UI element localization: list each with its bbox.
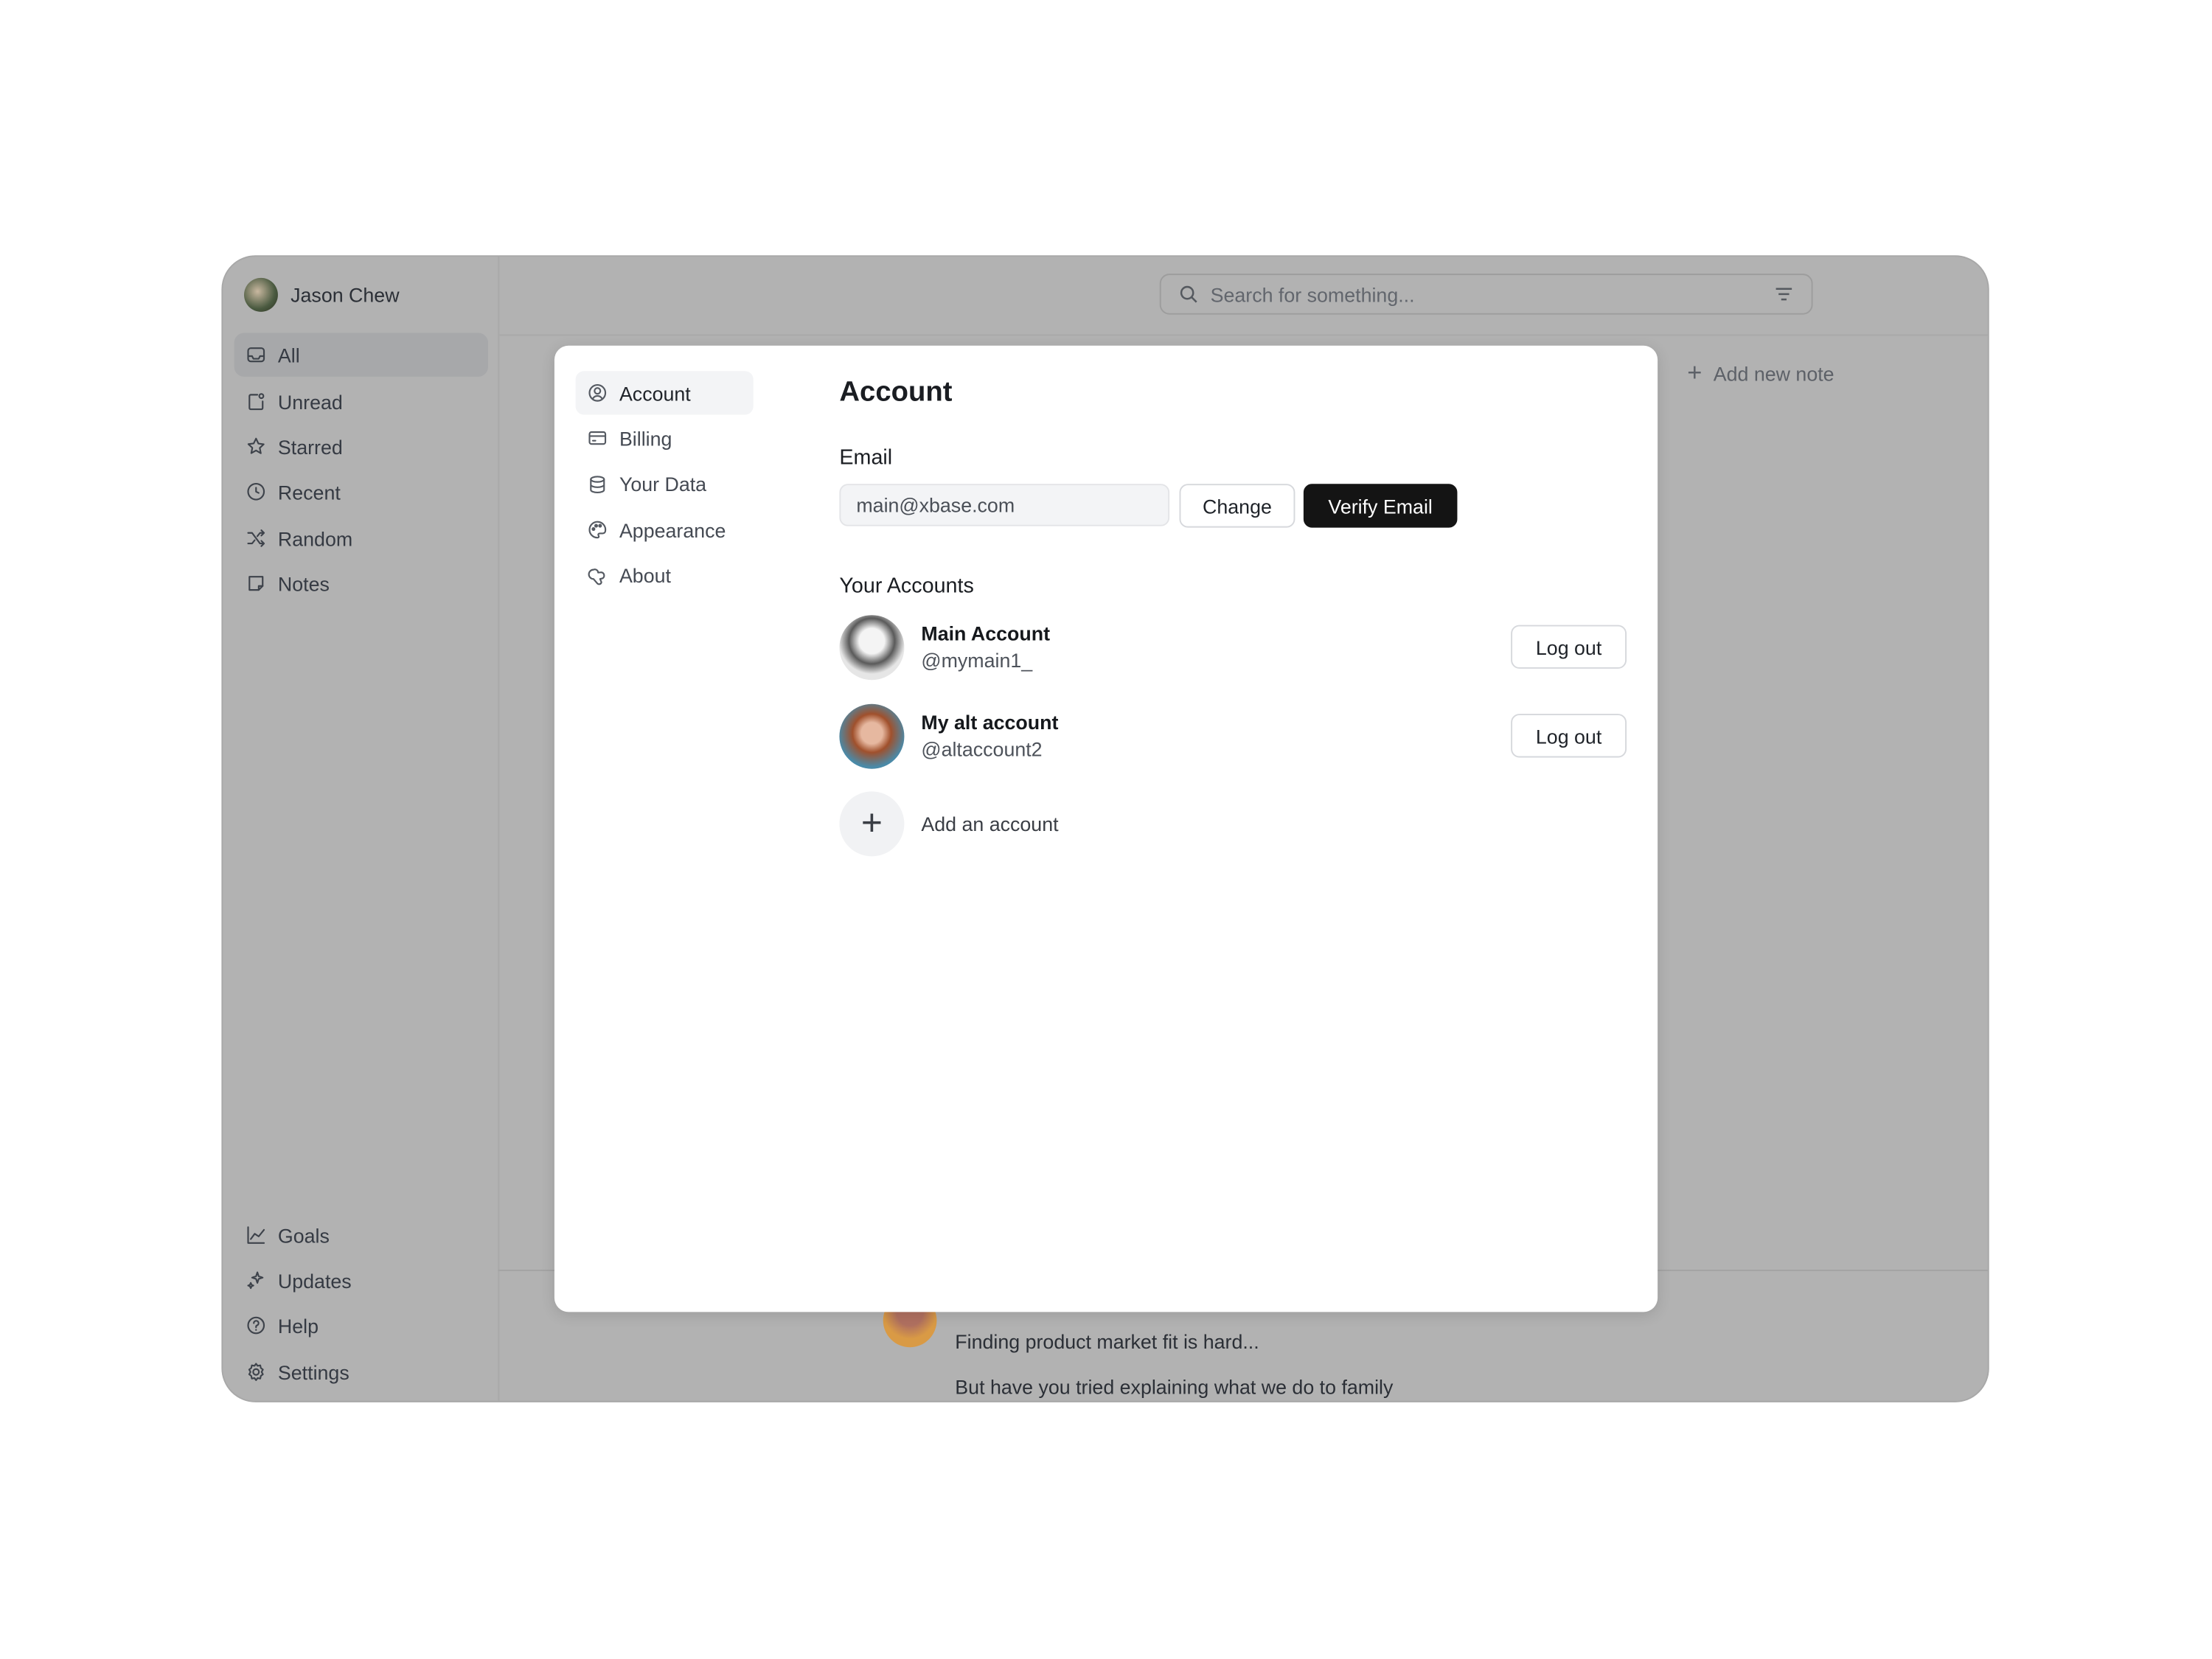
sidebar-item-label: Updates — [277, 1269, 352, 1292]
sidebar-item-settings[interactable]: Settings — [234, 1350, 488, 1394]
settings-nav-appearance[interactable]: Appearance — [576, 508, 754, 552]
settings-nav-label: Account — [619, 381, 691, 405]
account-name: Main Account — [921, 622, 1051, 645]
chart-icon — [247, 1226, 265, 1244]
sidebar-item-label: Help — [277, 1314, 319, 1337]
page-title: Account — [839, 376, 953, 408]
settings-nav-label: Your Data — [619, 473, 707, 496]
user-circle-icon — [588, 384, 607, 402]
sidebar-item-label: Settings — [277, 1360, 349, 1383]
gear-icon — [248, 1363, 264, 1381]
plus-icon: + — [1687, 358, 1703, 387]
sidebar-item-notes[interactable]: Notes — [234, 561, 488, 605]
settings-modal: Account Billing Your Data Appearance About A… — [554, 345, 1658, 1312]
settings-nav-label: Appearance — [619, 518, 726, 542]
sidebar-item-label: All — [277, 343, 300, 366]
add-note-label: Add new note — [1713, 361, 1834, 385]
inbox-icon — [247, 347, 265, 363]
account-name: My alt account — [921, 711, 1059, 734]
settings-nav-label: About — [619, 564, 671, 588]
account-avatar — [839, 615, 905, 681]
about-icon — [588, 568, 605, 585]
settings-nav-billing[interactable]: Billing — [576, 417, 754, 460]
settings-nav-account[interactable]: Account — [575, 371, 754, 415]
sidebar-item-random[interactable]: Random — [234, 516, 488, 560]
sparkle-icon — [247, 1271, 264, 1290]
sidebar-item-label: Recent — [277, 480, 341, 504]
post-text: Finding product market fit is hard... — [955, 1330, 1259, 1353]
user-name: Jason Chew — [291, 283, 400, 307]
settings-nav-your-data[interactable]: Your Data — [576, 462, 754, 506]
sidebar-item-recent[interactable]: Recent — [234, 470, 488, 513]
plus-icon: + — [839, 791, 905, 857]
account-avatar — [839, 703, 905, 769]
sidebar: Jason Chew All Unread Starred Recent Random N… — [223, 257, 500, 1401]
clock-icon — [247, 482, 265, 501]
star-icon — [247, 437, 265, 454]
sidebar-item-updates[interactable]: Updates — [234, 1259, 488, 1302]
sidebar-item-label: Goals — [277, 1223, 330, 1247]
email-label: Email — [839, 445, 893, 470]
add-account-label: Add an account — [921, 813, 1059, 835]
database-icon — [590, 475, 605, 493]
your-accounts-heading: Your Accounts — [839, 574, 974, 599]
sidebar-item-starred[interactable]: Starred — [234, 425, 488, 468]
sidebar-item-help[interactable]: Help — [234, 1304, 488, 1347]
email-field[interactable]: main@xbase.com — [839, 484, 1170, 526]
settings-nav-about[interactable]: About — [576, 554, 754, 597]
note-icon — [248, 576, 264, 591]
palette-icon — [588, 521, 607, 539]
search-input[interactable]: Search for something... — [1159, 274, 1813, 315]
sidebar-item-label: Starred — [277, 435, 343, 458]
sidebar-item-all[interactable]: All — [234, 333, 489, 377]
user-avatar — [244, 277, 278, 312]
post-text: But have you tried explaining what we do… — [955, 1375, 1394, 1399]
add-new-note-button[interactable]: + Add new note — [1687, 358, 1834, 388]
logout-button[interactable]: Log out — [1511, 714, 1627, 758]
unread-icon — [248, 393, 265, 411]
search-icon — [1180, 285, 1197, 303]
credit-card-icon — [588, 431, 607, 445]
account-handle: @mymain1_ — [921, 649, 1033, 672]
sidebar-item-goals[interactable]: Goals — [234, 1213, 488, 1256]
settings-nav-label: Billing — [619, 427, 672, 451]
sidebar-item-label: Notes — [277, 571, 330, 595]
account-handle: @altaccount2 — [921, 737, 1043, 761]
logout-button[interactable]: Log out — [1511, 625, 1627, 669]
sidebar-item-label: Random — [277, 526, 353, 550]
help-icon — [247, 1316, 265, 1335]
sidebar-item-unread[interactable]: Unread — [234, 380, 488, 423]
user-profile[interactable]: Jason Chew — [244, 277, 400, 312]
sidebar-item-label: Unread — [277, 390, 343, 413]
verify-email-button[interactable]: Verify Email — [1303, 484, 1458, 528]
filter-icon[interactable] — [1773, 284, 1795, 305]
shuffle-icon — [247, 529, 265, 547]
top-bar: Search for something... — [498, 257, 1988, 336]
search-placeholder: Search for something... — [1210, 282, 1415, 306]
change-button[interactable]: Change — [1179, 484, 1295, 528]
